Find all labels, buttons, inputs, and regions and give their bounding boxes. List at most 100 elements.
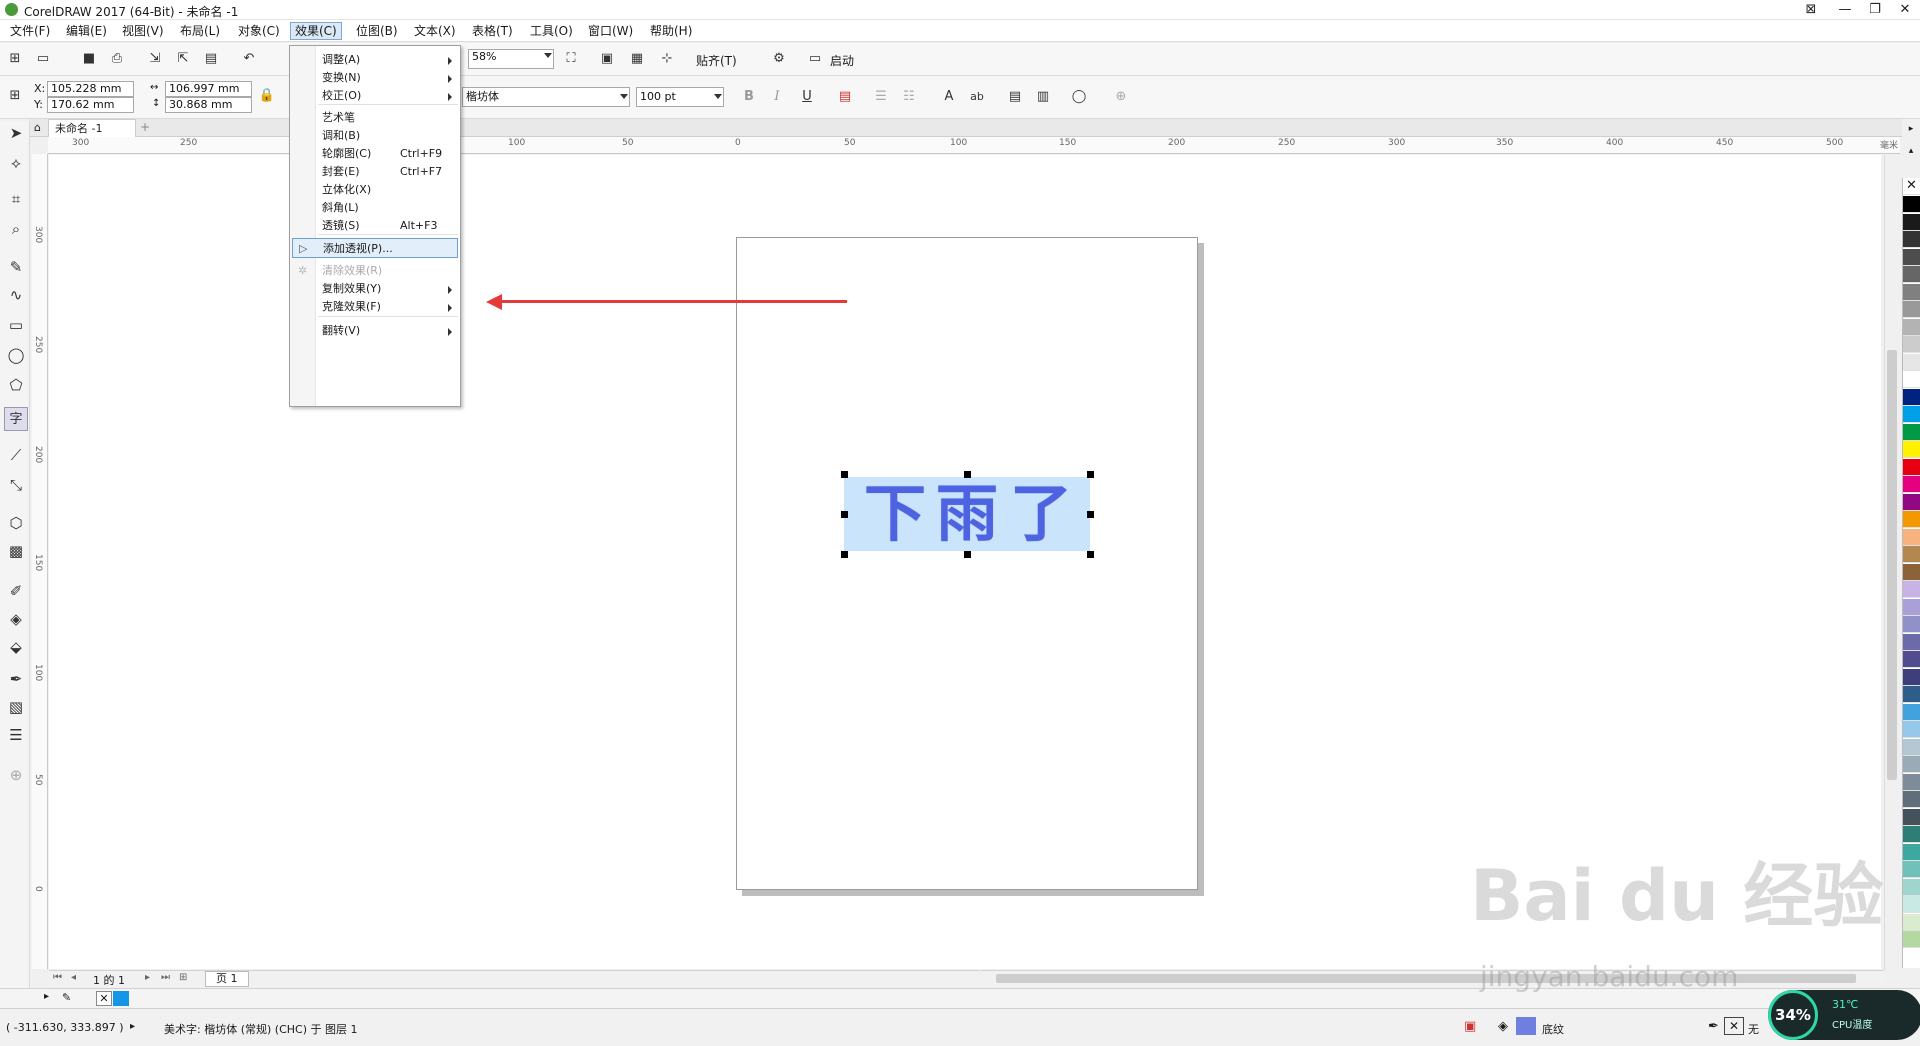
fill-icon[interactable]: ◈ bbox=[1498, 1019, 1508, 1034]
color-swatch[interactable] bbox=[1903, 406, 1920, 423]
color-proof-icon[interactable]: ▣ bbox=[1464, 1019, 1476, 1034]
height-field[interactable]: 30.868 mm bbox=[165, 97, 252, 113]
open-folder-icon[interactable]: ▭ bbox=[32, 48, 54, 70]
export-icon[interactable]: ⇱ bbox=[172, 48, 194, 70]
freehand-tool-icon[interactable]: ✎ bbox=[4, 255, 28, 279]
drop-shadow-icon[interactable]: ⬡ bbox=[4, 511, 28, 535]
zoom-to-page-icon[interactable]: ⛶ bbox=[560, 48, 582, 70]
color-swatch[interactable] bbox=[1903, 581, 1920, 598]
undo-icon[interactable]: ↶ bbox=[238, 48, 260, 70]
smart-fill-icon[interactable]: ⬙ bbox=[4, 635, 28, 659]
selection-handle[interactable] bbox=[1087, 471, 1094, 478]
crop-tool-icon[interactable]: ⌗ bbox=[4, 187, 28, 211]
bold-button[interactable]: B bbox=[738, 86, 760, 108]
menu-item-add-perspective[interactable]: ▷ 添加透视(P)... bbox=[292, 238, 458, 258]
show-grid-icon[interactable]: ▦ bbox=[626, 48, 648, 70]
font-list-combo[interactable]: 楷坊体 bbox=[462, 87, 630, 107]
zoom-level-combo[interactable]: 58% bbox=[468, 49, 554, 69]
eyedropper-tool-icon[interactable]: ✐ bbox=[4, 579, 28, 603]
save-icon[interactable]: ■ bbox=[78, 48, 100, 70]
color-swatch[interactable] bbox=[1903, 651, 1920, 668]
menu-item-clear-effect[interactable]: ✲ 清除效果(R) bbox=[292, 261, 458, 281]
menu-item-envelope[interactable]: 封套(E) Ctrl+F7 bbox=[292, 162, 458, 182]
color-swatch[interactable] bbox=[1903, 266, 1920, 283]
fill-texture-swatch[interactable] bbox=[1516, 1017, 1536, 1035]
color-swatch[interactable] bbox=[1903, 248, 1920, 266]
ellipse-tool-icon[interactable]: ◯ bbox=[4, 343, 28, 367]
color-swatch[interactable] bbox=[1903, 843, 1920, 861]
full-screen-preview-icon[interactable]: ▣ bbox=[596, 48, 618, 70]
add-tool-icon[interactable]: ⊕ bbox=[4, 763, 28, 787]
maximize-button[interactable]: ❐ bbox=[1860, 0, 1890, 20]
color-swatch[interactable] bbox=[1903, 826, 1920, 843]
text-tool-icon[interactable]: 字 bbox=[4, 407, 28, 431]
artistic-text-object[interactable]: 下 雨 了 bbox=[844, 477, 1090, 551]
add-tab-icon[interactable]: + bbox=[140, 120, 150, 134]
color-swatch[interactable] bbox=[1903, 511, 1920, 528]
last-page-icon[interactable]: ⏭ bbox=[161, 972, 170, 983]
color-swatch[interactable] bbox=[1903, 878, 1920, 896]
object-properties-icon[interactable]: ☰ bbox=[4, 723, 28, 747]
vertical-scroll-thumb[interactable] bbox=[1887, 350, 1897, 780]
color-swatch[interactable] bbox=[1903, 896, 1920, 913]
shape-tool-icon[interactable]: ⟡ bbox=[4, 151, 28, 175]
edit-text-icon[interactable]: ab bbox=[966, 86, 988, 108]
import-icon[interactable]: ⇲ bbox=[144, 48, 166, 70]
guidelines-icon[interactable]: ⊹ bbox=[656, 48, 678, 70]
character-formatting-icon[interactable]: A bbox=[938, 86, 960, 108]
menu-item-copy-effect[interactable]: 复制效果(Y) bbox=[292, 279, 458, 299]
color-swatch[interactable] bbox=[1903, 913, 1920, 931]
menu-item-lens[interactable]: 透镜(S) Alt+F3 bbox=[292, 216, 458, 236]
add-page-icon[interactable]: ⊞ bbox=[179, 972, 187, 983]
menu-file[interactable]: 文件(F) bbox=[6, 23, 54, 39]
interactive-opentype-icon[interactable]: ◯ bbox=[1068, 86, 1090, 108]
color-swatch[interactable] bbox=[1903, 423, 1920, 441]
palette-expand-icon[interactable]: ▸ bbox=[1902, 124, 1920, 140]
palette-scroll-up-icon[interactable]: ▴ bbox=[1902, 146, 1920, 162]
status-expand-icon[interactable]: ▸ bbox=[130, 1021, 135, 1032]
color-fill-icon[interactable]: ▧ bbox=[4, 695, 28, 719]
selection-handle[interactable] bbox=[841, 551, 848, 558]
color-swatch[interactable] bbox=[1903, 458, 1920, 476]
lock-ratio-icon[interactable]: 🔒 bbox=[256, 85, 278, 107]
color-swatch[interactable] bbox=[1903, 721, 1920, 738]
x-position-field[interactable]: 105.228 mm bbox=[47, 81, 134, 97]
color-swatch[interactable] bbox=[1903, 861, 1920, 878]
color-swatch[interactable] bbox=[1903, 738, 1920, 756]
menu-item-clone-effect[interactable]: 克隆效果(F) bbox=[292, 297, 458, 317]
menu-item-adjust[interactable]: 调整(A) bbox=[292, 50, 458, 70]
color-swatch[interactable] bbox=[1903, 371, 1920, 388]
menu-item-blend[interactable]: 调和(B) bbox=[292, 126, 458, 146]
outline-none-swatch[interactable]: ✕ bbox=[1724, 1017, 1744, 1035]
color-swatch[interactable] bbox=[1903, 301, 1920, 318]
menu-item-contour[interactable]: 轮廓图(C) Ctrl+F9 bbox=[292, 144, 458, 164]
outline-pen-icon[interactable]: ✒ bbox=[1708, 1019, 1719, 1034]
snap-to-dropdown[interactable]: 贴齐(T) bbox=[696, 52, 737, 69]
color-swatch[interactable] bbox=[1903, 616, 1920, 633]
publish-pdf-icon[interactable]: ▤ bbox=[200, 48, 222, 70]
new-document-icon[interactable]: ⊞ bbox=[4, 48, 26, 70]
home-icon[interactable]: ⌂ bbox=[34, 121, 41, 134]
polygon-tool-icon[interactable]: ⬠ bbox=[4, 373, 28, 397]
horizontal-text-icon[interactable]: ▤ bbox=[1004, 86, 1026, 108]
color-swatch[interactable] bbox=[1903, 598, 1920, 616]
menu-help[interactable]: 帮助(H) bbox=[646, 23, 696, 39]
color-swatch[interactable] bbox=[1903, 493, 1920, 511]
pick-tool-icon[interactable]: ➤ bbox=[4, 121, 28, 145]
color-swatch[interactable] bbox=[1903, 756, 1920, 773]
menu-item-flip[interactable]: 翻转(V) bbox=[292, 321, 458, 341]
color-swatch[interactable] bbox=[1903, 441, 1920, 458]
color-swatch[interactable] bbox=[1903, 773, 1920, 791]
color-swatch[interactable] bbox=[1903, 703, 1920, 721]
menu-item-bevel[interactable]: 斜角(L) bbox=[292, 198, 458, 218]
menu-item-extrude[interactable]: 立体化(X) bbox=[292, 180, 458, 200]
color-swatch[interactable] bbox=[1903, 546, 1920, 563]
color-swatch[interactable] bbox=[1903, 231, 1920, 248]
transparency-tool-icon[interactable]: ▩ bbox=[4, 539, 28, 563]
document-tab[interactable]: 未命名 -1 bbox=[48, 119, 136, 137]
document-color-swatch[interactable] bbox=[113, 991, 129, 1006]
no-color-swatch[interactable]: ✕ bbox=[1903, 178, 1920, 195]
color-swatch[interactable] bbox=[1903, 336, 1920, 353]
no-color-swatch[interactable]: ✕ bbox=[96, 991, 112, 1006]
color-swatch[interactable] bbox=[1903, 476, 1920, 493]
